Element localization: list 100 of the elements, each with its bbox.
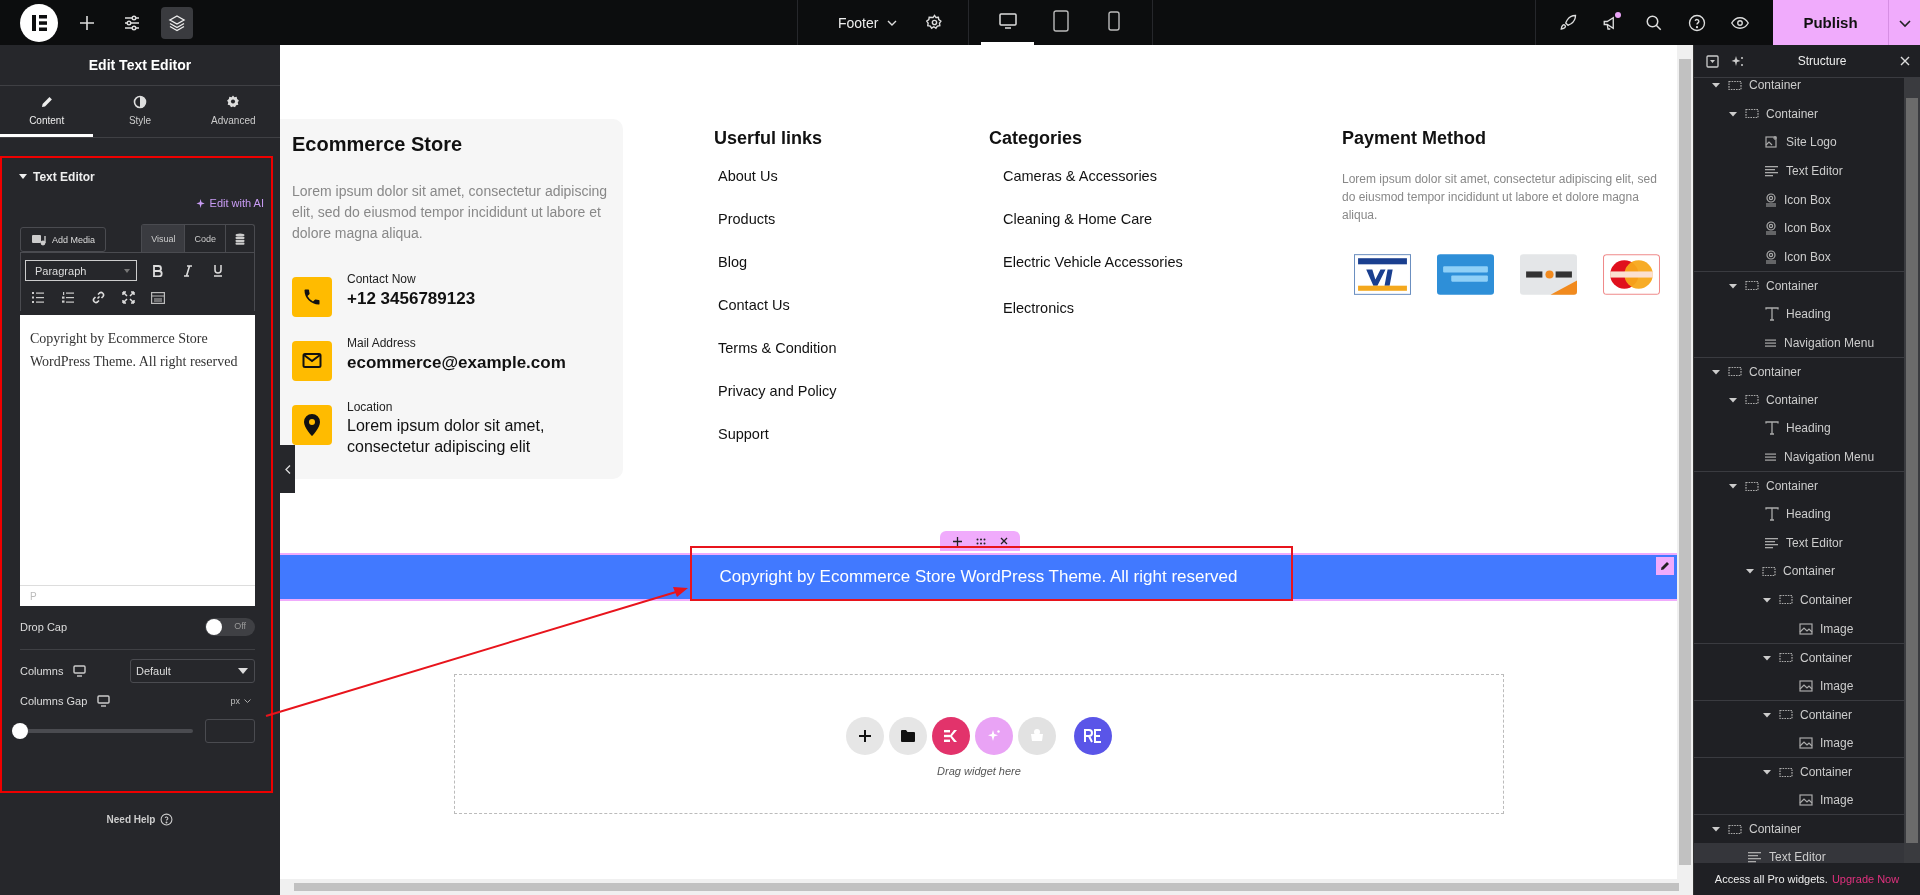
gear-icon	[226, 94, 241, 109]
editor-mode-tab[interactable]: Visual	[142, 225, 186, 252]
footer-link[interactable]: Contact Us	[718, 297, 989, 340]
template-library-button[interactable]	[889, 717, 927, 755]
structure-item[interactable]: Image	[1694, 671, 1904, 701]
copyright-text[interactable]: Copyright by Ecommerce Store WordPress Theme. All right reserved	[719, 567, 1238, 587]
category-link[interactable]: Electric Vehicle Accessories	[993, 254, 1203, 300]
edit-button[interactable]	[1656, 557, 1674, 575]
category-link[interactable]: Electronics	[993, 300, 1342, 343]
upgrade-link[interactable]: Upgrade Now	[1831, 873, 1900, 885]
horizontal-scrollbar[interactable]	[280, 879, 1693, 895]
structure-item[interactable]: Navigation Menu	[1694, 328, 1904, 357]
slider-thumb[interactable]	[12, 723, 28, 739]
caret-icon[interactable]	[1763, 653, 1771, 662]
structure-item[interactable]: Container	[1694, 757, 1904, 786]
footer-link[interactable]: Support	[718, 426, 989, 469]
structure-item[interactable]: Icon Box	[1694, 242, 1904, 272]
columns-gap-slider[interactable]	[12, 723, 193, 739]
columns-select[interactable]: Default	[130, 659, 255, 683]
caret-icon[interactable]	[1729, 395, 1737, 404]
footer-link[interactable]: Terms & Condition	[718, 340, 989, 383]
structure-item[interactable]: Container	[1694, 385, 1904, 415]
sparkle-icon[interactable]	[1731, 54, 1744, 68]
container-icon	[1779, 594, 1793, 606]
structure-item[interactable]: Navigation Menu	[1694, 442, 1904, 472]
section-handle[interactable]	[940, 531, 1020, 551]
footer-link[interactable]: About Us	[718, 168, 989, 211]
promo-text: Access all Pro widgets.	[1714, 873, 1828, 885]
panel-tab[interactable]: Advanced	[186, 86, 280, 137]
text-lines-icon	[1765, 536, 1779, 549]
caret-icon[interactable]	[1763, 596, 1771, 604]
need-help-link[interactable]: Need Help	[106, 813, 174, 826]
caret-icon[interactable]	[1729, 281, 1737, 290]
add-media-button[interactable]: Add Media	[20, 227, 107, 252]
document-dropdown[interactable]: Footer	[838, 14, 899, 31]
structure-item[interactable]: Heading	[1694, 414, 1904, 443]
editor-mode-tab[interactable]: Code	[185, 225, 226, 252]
column-heading: Payment Method	[1342, 128, 1488, 149]
footer-link[interactable]: Products	[718, 211, 989, 254]
caret-icon[interactable]	[1712, 825, 1720, 834]
caret-icon[interactable]	[1712, 367, 1720, 376]
addon-button[interactable]	[1074, 717, 1112, 755]
structure-item[interactable]: Container	[1694, 78, 1904, 100]
plus-icon[interactable]	[952, 536, 962, 546]
layers-icon[interactable]	[161, 6, 193, 39]
structure-item[interactable]: Image	[1694, 785, 1904, 815]
structure-item[interactable]: Heading	[1694, 499, 1904, 529]
structure-item[interactable]: Container	[1694, 585, 1904, 615]
caret-icon[interactable]	[1763, 768, 1771, 777]
structure-item[interactable]: Container	[1694, 271, 1904, 300]
structure-item[interactable]: Text Editor	[1694, 528, 1904, 558]
icon-box-icon	[1765, 249, 1777, 264]
structure-item[interactable]: Container	[1694, 99, 1904, 129]
add-section-button[interactable]	[846, 717, 884, 755]
footer-link[interactable]: Blog	[718, 254, 989, 297]
structure-scrollbar[interactable]	[1904, 78, 1920, 863]
collapse-all-icon[interactable]	[1706, 54, 1719, 68]
number-field[interactable]	[204, 719, 255, 743]
addon-button[interactable]	[932, 717, 970, 755]
caret-icon[interactable]	[1763, 710, 1771, 719]
elementor-logo[interactable]	[20, 3, 58, 42]
media-icon	[31, 232, 47, 247]
caret-icon[interactable]	[1729, 482, 1737, 491]
vertical-scrollbar[interactable]	[1677, 45, 1693, 879]
structure-item[interactable]: Container	[1694, 700, 1904, 729]
payment-card-icon	[1520, 254, 1577, 295]
category-link[interactable]: Cameras & Accessories	[993, 168, 1342, 211]
plus-icon	[858, 729, 872, 743]
edit-with-ai-link[interactable]: Edit with AI	[195, 197, 264, 209]
caret-icon[interactable]	[1729, 109, 1737, 118]
publish-button[interactable]: Publish	[1773, 0, 1888, 45]
close-icon[interactable]	[999, 537, 1008, 545]
structure-item[interactable]: Heading	[1694, 299, 1904, 329]
panel-tab[interactable]: Content	[0, 86, 94, 137]
structure-item[interactable]: Container	[1694, 557, 1904, 586]
category-link[interactable]: Cleaning & Home Care	[993, 211, 1342, 254]
pencil-icon	[1660, 561, 1670, 571]
structure-item[interactable]: Image	[1694, 728, 1904, 758]
text-editor-area[interactable]: Copyright by Ecommerce Store WordPress Theme. All right reserved P	[20, 315, 255, 606]
caret-icon[interactable]	[1712, 81, 1720, 90]
drop-zone[interactable]: Drag widget here	[454, 674, 1504, 814]
structure-item[interactable]: Text Editor	[1694, 843, 1904, 863]
brand-title: Ecommerce Store	[292, 133, 464, 156]
structure-item[interactable]: Container	[1694, 471, 1904, 500]
structure-item[interactable]: Text Editor	[1694, 156, 1904, 186]
drop-cap-toggle[interactable]: Off	[205, 618, 255, 636]
format-select[interactable]: Paragraph	[25, 260, 137, 281]
collapse-panel-handle[interactable]	[280, 445, 295, 493]
drag-icon[interactable]	[975, 537, 986, 545]
structure-item[interactable]: Site Logo	[1694, 128, 1904, 157]
footer-bottom-bar[interactable]: Copyright by Ecommerce Store WordPress Theme. All right reserved	[280, 553, 1677, 601]
unit-dropdown[interactable]: px	[230, 696, 251, 706]
payment-card-icon	[1437, 254, 1494, 295]
structure-item[interactable]: Image	[1694, 614, 1904, 643]
structure-item[interactable]: Icon Box	[1694, 185, 1904, 214]
panel-tab[interactable]: Style	[93, 86, 187, 137]
section-header[interactable]: Text Editor	[19, 158, 255, 196]
footer-link[interactable]: Privacy and Policy	[718, 383, 989, 426]
caret-icon[interactable]	[1746, 567, 1754, 576]
structure-item[interactable]: Icon Box	[1694, 213, 1904, 243]
